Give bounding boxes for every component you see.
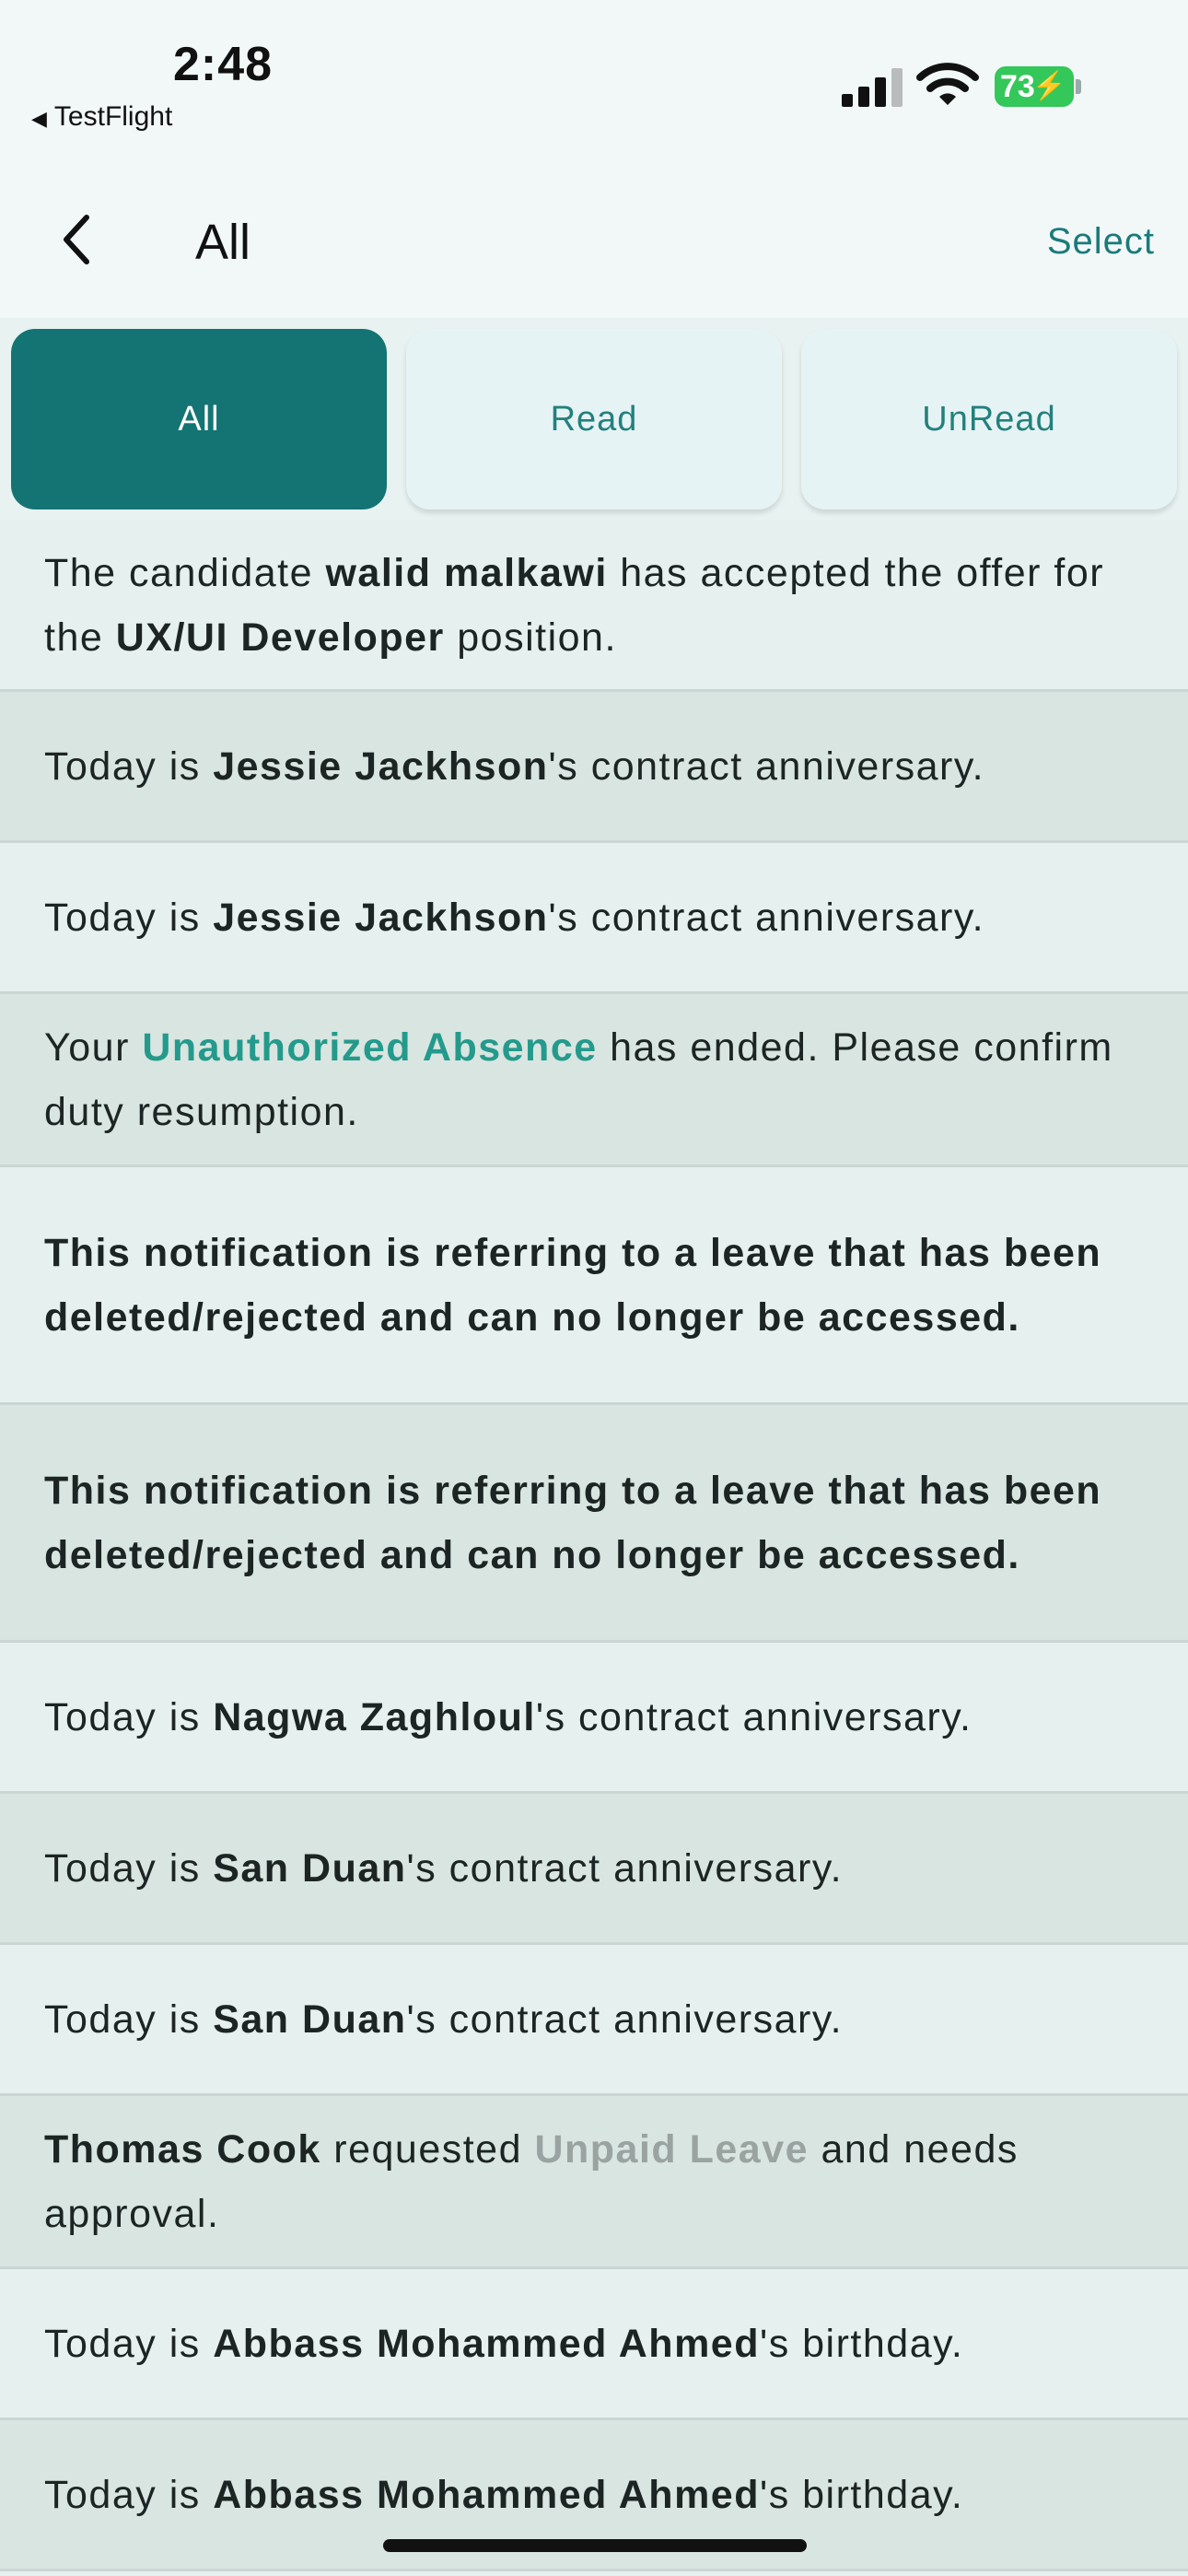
notification-item[interactable]: Today is Abbass Mohammed Ahmed's birthda… — [0, 2269, 1188, 2420]
notification-highlight: UX/UI Developer — [115, 615, 445, 660]
notification-text: Today is Jessie Jackhson's contract anni… — [44, 734, 984, 799]
notification-highlight: Nagwa Zaghloul — [213, 1694, 536, 1739]
notification-segment: 's birthday. — [759, 2472, 964, 2517]
notification-text: Today is Nagwa Zaghloul's contract anniv… — [44, 1685, 972, 1750]
notification-item[interactable]: The candidate walid malkawi has accepted… — [0, 521, 1188, 692]
notification-text: This notification is referring to a leav… — [44, 1458, 1144, 1587]
notification-segment: position. — [444, 615, 617, 660]
notification-text: Your Unauthorized Absence has ended. Ple… — [44, 1015, 1144, 1144]
notification-highlight: Thomas Cook — [44, 2126, 321, 2172]
cellular-signal-icon — [842, 66, 906, 107]
tab-unread[interactable]: UnRead — [801, 329, 1177, 509]
notification-segment: 's contract anniversary. — [406, 1845, 844, 1891]
notification-list: The candidate walid malkawi has accepted… — [0, 521, 1188, 2571]
notification-segment: 's contract anniversary. — [548, 744, 985, 789]
notification-highlight: Unauthorized Absence — [142, 1025, 598, 1070]
notification-item[interactable]: Today is Jessie Jackhson's contract anni… — [0, 692, 1188, 843]
notification-item[interactable]: Today is San Duan's contract anniversary… — [0, 1794, 1188, 1945]
notification-text: Today is Abbass Mohammed Ahmed's birthda… — [44, 2463, 963, 2527]
notification-text: Today is Abbass Mohammed Ahmed's birthda… — [44, 2312, 963, 2376]
notification-highlight: Abbass Mohammed Ahmed — [213, 2321, 760, 2366]
notification-highlight: Abbass Mohammed Ahmed — [213, 2472, 760, 2517]
tab-read[interactable]: Read — [406, 329, 782, 509]
back-app-label: TestFlight — [53, 101, 173, 132]
notification-text: Today is San Duan's contract anniversary… — [44, 1987, 843, 2052]
notification-item[interactable]: This notification is referring to a leav… — [0, 1405, 1188, 1643]
battery-level: 73 — [1000, 69, 1035, 104]
tab-all[interactable]: All — [11, 329, 387, 509]
notification-segment: 's contract anniversary. — [406, 1996, 844, 2042]
notification-text: The candidate walid malkawi has accepted… — [44, 541, 1144, 670]
notification-item[interactable]: Thomas Cook requested Unpaid Leave and n… — [0, 2096, 1188, 2269]
notification-text: This notification is referring to a leav… — [44, 1221, 1144, 1350]
notification-highlight: San Duan — [213, 1996, 407, 2042]
notification-segment: 's contract anniversary. — [548, 895, 985, 940]
charging-bolt-icon: ⚡ — [1031, 71, 1066, 101]
notification-highlight: This notification is referring to a leav… — [44, 1230, 1102, 1340]
page-title: All — [195, 215, 251, 270]
notification-segment: 's birthday. — [759, 2321, 964, 2366]
notification-item[interactable]: Today is Nagwa Zaghloul's contract anniv… — [0, 1643, 1188, 1794]
notification-highlight: Jessie Jackhson — [213, 895, 549, 940]
notification-highlight: This notification is referring to a leav… — [44, 1468, 1102, 1577]
notification-segment: Today is — [44, 1996, 214, 2042]
navigation-bar: All Select — [0, 157, 1188, 318]
back-triangle-icon: ◀ — [31, 107, 47, 130]
notification-item[interactable]: Your Unauthorized Absence has ended. Ple… — [0, 994, 1188, 1167]
select-button[interactable]: Select — [1047, 221, 1155, 263]
notification-item[interactable]: Today is Jessie Jackhson's contract anni… — [0, 843, 1188, 994]
notification-item[interactable]: Today is San Duan's contract anniversary… — [0, 1945, 1188, 2096]
back-to-app-link[interactable]: ◀ TestFlight — [31, 101, 172, 133]
filter-tabs: All Read UnRead — [0, 318, 1188, 521]
notification-text: Thomas Cook requested Unpaid Leave and n… — [44, 2117, 1144, 2246]
notification-segment: Today is — [44, 2472, 214, 2517]
notification-segment: Today is — [44, 1845, 214, 1891]
notification-highlight: Jessie Jackhson — [213, 744, 549, 789]
notification-text: Today is San Duan's contract anniversary… — [44, 1836, 843, 1901]
notification-segment: Today is — [44, 744, 214, 789]
notification-segment: Today is — [44, 1694, 214, 1739]
notification-text: Today is Jessie Jackhson's contract anni… — [44, 885, 984, 950]
notification-segment: Today is — [44, 2321, 214, 2366]
notification-item[interactable]: This notification is referring to a leav… — [0, 1167, 1188, 1405]
notification-segment: The candidate — [44, 550, 326, 595]
notification-highlight: San Duan — [213, 1845, 407, 1891]
battery-cap — [1076, 79, 1081, 94]
notification-segment: Your — [44, 1025, 143, 1070]
back-chevron-icon[interactable] — [55, 212, 101, 267]
notification-highlight: Unpaid Leave — [534, 2126, 809, 2172]
notification-segment: 's contract anniversary. — [535, 1694, 973, 1739]
battery-icon: 73 ⚡ — [995, 66, 1074, 107]
status-time: 2:48 — [173, 38, 274, 91]
notification-segment: Today is — [44, 895, 214, 940]
home-indicator — [383, 2539, 807, 2552]
notification-highlight: walid malkawi — [325, 550, 608, 595]
status-bar: 2:48 ◀ TestFlight 73 ⚡ — [0, 0, 1188, 157]
notification-segment: requested — [320, 2126, 535, 2172]
wifi-icon — [916, 63, 979, 105]
